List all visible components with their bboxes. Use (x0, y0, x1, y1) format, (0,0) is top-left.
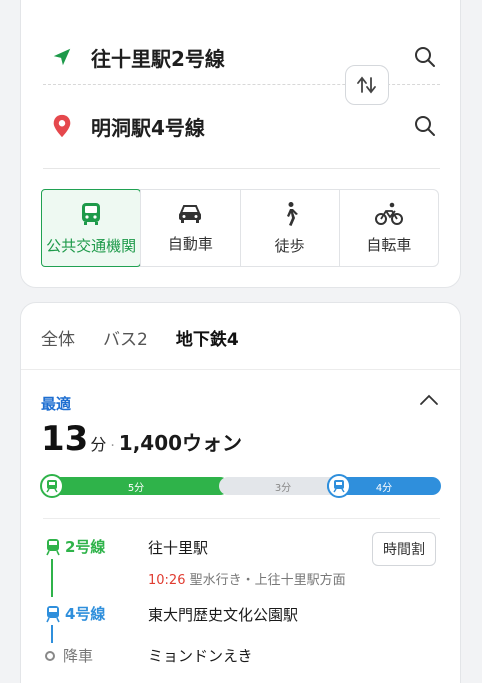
chevron-up-icon[interactable] (416, 387, 442, 413)
total-time-value: 13 (41, 419, 89, 459)
origin-text[interactable]: 往十里駅2号線 (91, 43, 225, 72)
separator-dot: · (110, 438, 115, 454)
swap-button[interactable] (345, 65, 389, 105)
segment-duration: 5分 (127, 482, 145, 494)
transport-mode-selector: 公共交通機関 自動車 徒歩 自転車 (41, 189, 439, 267)
leg-station[interactable]: 東大門歴史文化公園駅 (148, 604, 298, 625)
origin-search-icon[interactable] (410, 42, 440, 72)
total-time-unit: 分 (90, 435, 107, 454)
car-icon (179, 204, 202, 223)
route-timeline-bar: 5分 3分 4分 (40, 474, 441, 498)
leg-station[interactable]: 往十里駅 (148, 537, 208, 558)
navigation-arrow-icon (49, 44, 75, 70)
fare-amount: 1,400ウォン (118, 431, 243, 455)
legs-divider (43, 518, 440, 519)
segment-line2: 5分 (43, 477, 229, 495)
leg-line2-label: 2号線 (45, 536, 105, 557)
mode-bike[interactable]: 自転車 (338, 190, 438, 266)
line4-rail (51, 625, 53, 643)
destination-search-icon[interactable] (410, 111, 440, 141)
leg-station[interactable]: ミョンドンえき (148, 645, 253, 666)
alight-dot-icon (45, 650, 55, 661)
train-icon (46, 538, 60, 555)
tab-divider (21, 369, 460, 370)
leg-alight-label: 降車 (45, 645, 93, 666)
direction-text: 聖水行き・上往十里駅方面 (189, 573, 346, 588)
mode-label: 自動車 (167, 234, 213, 253)
best-route-label: 最適 (41, 395, 72, 413)
train-icon (327, 474, 351, 498)
tab-subway[interactable]: 地下鉄4 (176, 325, 239, 350)
mode-walk[interactable]: 徒歩 (239, 190, 339, 266)
mode-public-transit[interactable]: 公共交通機関 (41, 189, 142, 267)
swap-arrows-icon (357, 76, 376, 94)
timetable-button[interactable]: 時間割 (372, 532, 436, 566)
leg-line-name: 2号線 (65, 538, 106, 556)
mode-car[interactable]: 自動車 (140, 190, 239, 266)
bus-icon (82, 202, 101, 225)
departure-time: 10:26 (148, 573, 186, 588)
result-tabs: 全体 バス2 地下鉄4 (41, 325, 239, 350)
leg-departure-info: 10:26 聖水行き・上往十里駅方面 (148, 569, 346, 588)
tab-bus[interactable]: バス2 (103, 325, 148, 350)
origin-row[interactable]: 往十里駅2号線 (21, 37, 460, 77)
location-pin-icon (49, 113, 75, 139)
segment-duration: 3分 (274, 482, 292, 494)
bike-icon (374, 202, 403, 225)
route-summary: 13 分 · 1,400ウォン (41, 419, 242, 459)
destination-text[interactable]: 明洞駅4号線 (91, 112, 205, 141)
destination-row[interactable]: 明洞駅4号線 (21, 106, 460, 146)
leg-line4-label: 4号線 (45, 603, 105, 624)
route-card: 往十里駅2号線 明洞駅4号線 公共交通機関 自動車 徒歩 自転車 (20, 0, 461, 288)
result-card: 全体 バス2 地下鉄4 最適 13 分 · 1,400ウォン 5分 3分 4分 … (20, 302, 461, 683)
segment-duration: 4分 (375, 482, 393, 494)
mode-label: 徒歩 (274, 236, 305, 255)
line2-rail (51, 559, 53, 597)
train-icon (46, 605, 60, 622)
leg-line-name: 4号線 (65, 605, 106, 623)
tab-all[interactable]: 全体 (41, 325, 75, 350)
mode-label: 公共交通機関 (46, 236, 137, 255)
train-icon (40, 474, 64, 498)
divider (43, 168, 440, 169)
walk-icon (286, 201, 298, 226)
mode-label: 自転車 (366, 235, 412, 254)
leg-line-name: 降車 (63, 647, 94, 665)
